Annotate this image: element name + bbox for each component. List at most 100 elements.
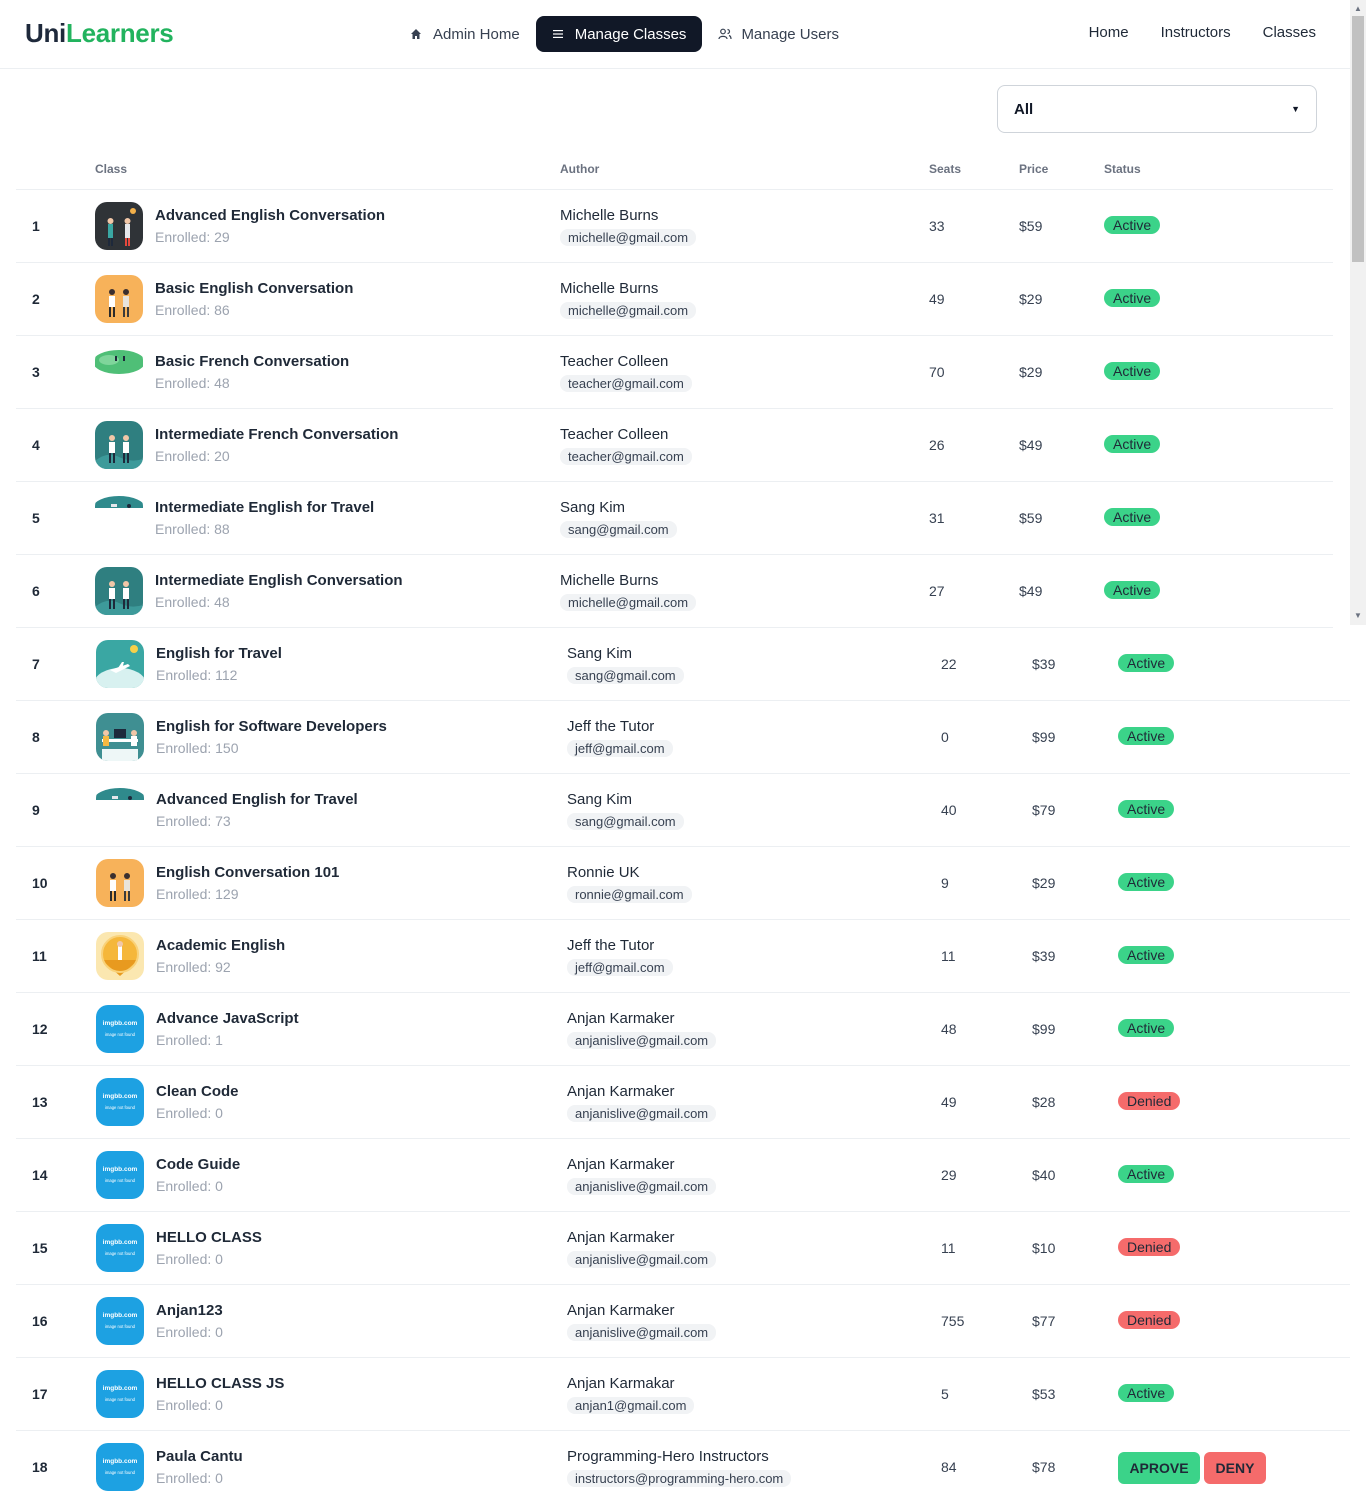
table-row: 11 Academic English Enrolled: 92 Jeff the T… bbox=[16, 920, 1350, 993]
author-name: Teacher Colleen bbox=[560, 353, 669, 370]
status-badge: Active bbox=[1118, 873, 1175, 891]
class-price: $40 bbox=[1032, 1167, 1056, 1183]
author-name: Jeff the Tutor bbox=[567, 718, 655, 735]
table-row: 13 imgbb.com image not found Clean Code Enro… bbox=[16, 1066, 1350, 1139]
class-seats: 70 bbox=[929, 364, 945, 380]
class-name: Clean Code bbox=[156, 1083, 239, 1100]
site-nav-instructors[interactable]: Instructors bbox=[1161, 24, 1231, 41]
class-enrolled: Enrolled: 0 bbox=[156, 1105, 223, 1121]
svg-text:imgbb.com: imgbb.com bbox=[103, 1093, 138, 1100]
class-price: $77 bbox=[1032, 1313, 1056, 1329]
row-number: 9 bbox=[32, 802, 40, 818]
class-price: $29 bbox=[1019, 364, 1043, 380]
class-thumbnail bbox=[95, 567, 143, 615]
status-badge: Active bbox=[1118, 727, 1175, 745]
row-number: 18 bbox=[32, 1459, 48, 1475]
class-name: Paula Cantu bbox=[156, 1448, 243, 1465]
svg-text:imgbb.com: imgbb.com bbox=[103, 1312, 138, 1319]
nav-manage-classes[interactable]: Manage Classes bbox=[535, 16, 703, 52]
table-row: 9 Advanced English for Travel Enrolled: 73… bbox=[16, 774, 1350, 847]
brand-part2: Learners bbox=[65, 18, 174, 48]
header-class: Class bbox=[95, 162, 128, 176]
class-price: $79 bbox=[1032, 802, 1056, 818]
author-email: michelle@gmail.com bbox=[560, 594, 697, 611]
row-number: 11 bbox=[32, 948, 47, 964]
author-email: ronnie@gmail.com bbox=[567, 886, 692, 903]
table-row: 15 imgbb.com image not found HELLO CLASS Enr… bbox=[16, 1212, 1350, 1285]
class-thumbnail bbox=[95, 421, 143, 469]
author-name: Anjan Karmaker bbox=[567, 1156, 675, 1173]
header-price: Price bbox=[1019, 162, 1049, 176]
svg-text:imgbb.com: imgbb.com bbox=[103, 1239, 138, 1246]
status-badge: Denied bbox=[1118, 1311, 1181, 1329]
nav-admin-home[interactable]: Admin Home bbox=[394, 16, 536, 52]
status-badge: Active bbox=[1118, 1019, 1175, 1037]
author-email: anjan1@gmail.com bbox=[567, 1397, 695, 1414]
table-row: 2 Basic English Conversation Enrolled: 86 M… bbox=[16, 263, 1333, 336]
svg-text:image not found: image not found bbox=[105, 1470, 136, 1475]
class-seats: 22 bbox=[941, 656, 957, 672]
class-thumbnail bbox=[96, 859, 144, 907]
author-email: anjanislive@gmail.com bbox=[567, 1178, 717, 1195]
class-price: $29 bbox=[1019, 291, 1043, 307]
row-number: 6 bbox=[32, 583, 40, 599]
class-name: Anjan123 bbox=[156, 1302, 223, 1319]
class-enrolled: Enrolled: 88 bbox=[155, 521, 230, 537]
class-enrolled: Enrolled: 0 bbox=[156, 1397, 223, 1413]
author-name: Anjan Karmaker bbox=[567, 1302, 675, 1319]
status-filter-value: All bbox=[1014, 100, 1034, 118]
author-email: jeff@gmail.com bbox=[567, 959, 673, 976]
author-email: sang@gmail.com bbox=[560, 521, 677, 538]
svg-text:imgbb.com: imgbb.com bbox=[103, 1020, 138, 1027]
row-number: 10 bbox=[32, 875, 48, 891]
class-seats: 11 bbox=[941, 1240, 956, 1256]
class-price: $53 bbox=[1032, 1386, 1056, 1402]
class-thumbnail bbox=[95, 202, 143, 250]
class-enrolled: Enrolled: 92 bbox=[156, 959, 231, 975]
status-badge: Active bbox=[1118, 1165, 1175, 1183]
row-number: 4 bbox=[32, 437, 40, 453]
scroll-down-arrow-icon[interactable]: ▼ bbox=[1354, 611, 1362, 620]
status-badge: Active bbox=[1118, 800, 1175, 818]
class-thumbnail bbox=[96, 932, 144, 980]
table-row: 10 English Conversation 101 Enrolled: 129 R… bbox=[16, 847, 1350, 920]
row-number: 14 bbox=[32, 1167, 48, 1183]
author-name: Sang Kim bbox=[567, 791, 633, 808]
deny-button[interactable]: DENY bbox=[1204, 1452, 1266, 1484]
author-name: Sang Kim bbox=[567, 645, 633, 662]
nav-manage-users-label: Manage Users bbox=[741, 25, 839, 43]
class-enrolled: Enrolled: 0 bbox=[156, 1324, 223, 1340]
table-row: 1 Advanced English Conversation Enrolled: … bbox=[16, 190, 1333, 263]
class-enrolled: Enrolled: 29 bbox=[155, 229, 230, 245]
site-nav-home[interactable]: Home bbox=[1089, 24, 1129, 41]
class-price: $99 bbox=[1032, 729, 1056, 745]
class-enrolled: Enrolled: 112 bbox=[156, 667, 238, 683]
approve-button[interactable]: APROVE bbox=[1118, 1452, 1200, 1484]
nav-manage-users[interactable]: Manage Users bbox=[702, 16, 855, 52]
scrollbar-thumb[interactable] bbox=[1352, 16, 1364, 262]
class-price: $49 bbox=[1019, 437, 1043, 453]
brand-logo[interactable]: UniLearners bbox=[25, 18, 174, 49]
header-seats: Seats bbox=[929, 162, 962, 176]
status-filter-select[interactable]: All ▼ bbox=[997, 85, 1317, 133]
class-thumbnail bbox=[95, 348, 143, 396]
class-seats: 9 bbox=[941, 875, 949, 891]
row-number: 8 bbox=[32, 729, 40, 745]
chevron-down-icon: ▼ bbox=[1291, 104, 1300, 114]
class-thumbnail bbox=[95, 494, 143, 542]
page-scrollbar[interactable]: ▲ ▼ bbox=[1350, 0, 1366, 625]
svg-text:image not found: image not found bbox=[105, 1178, 136, 1183]
svg-text:image not found: image not found bbox=[105, 1105, 136, 1110]
class-thumbnail: imgbb.com image not found bbox=[96, 1005, 144, 1053]
class-seats: 40 bbox=[941, 802, 957, 818]
class-name: Advanced English for Travel bbox=[156, 791, 358, 808]
class-price: $10 bbox=[1032, 1240, 1056, 1256]
class-enrolled: Enrolled: 48 bbox=[155, 594, 230, 610]
class-seats: 33 bbox=[929, 218, 945, 234]
site-nav-classes[interactable]: Classes bbox=[1263, 24, 1316, 41]
row-number: 16 bbox=[32, 1313, 48, 1329]
class-seats: 49 bbox=[941, 1094, 957, 1110]
scroll-up-arrow-icon[interactable]: ▲ bbox=[1354, 4, 1362, 13]
class-name: Code Guide bbox=[156, 1156, 241, 1173]
home-icon bbox=[410, 28, 424, 40]
